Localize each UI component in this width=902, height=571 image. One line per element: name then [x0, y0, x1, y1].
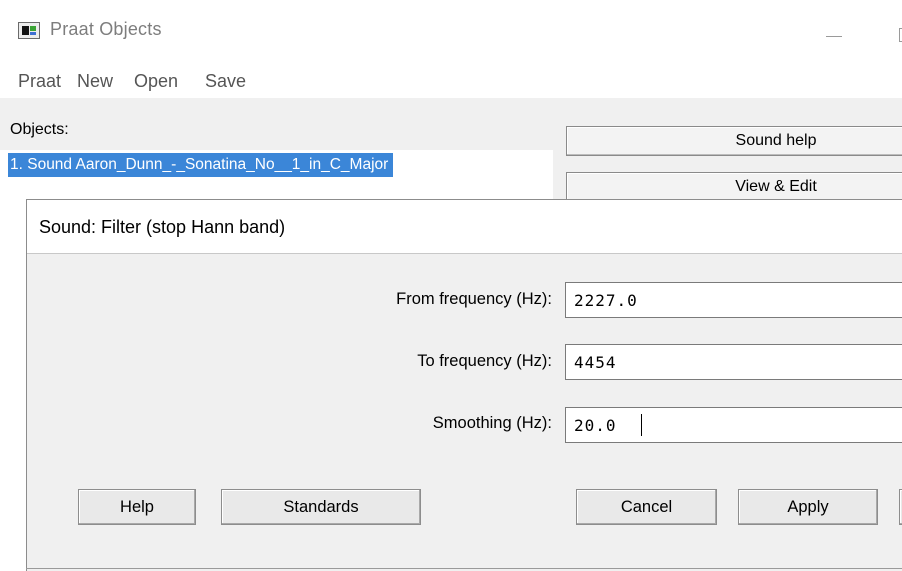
cancel-button[interactable]: Cancel [576, 489, 717, 525]
standards-button[interactable]: Standards [221, 489, 421, 525]
apply-button[interactable]: Apply [738, 489, 878, 525]
help-button[interactable]: Help [78, 489, 196, 525]
maximize-icon[interactable] [888, 14, 902, 50]
to-frequency-label: To frequency (Hz): [417, 352, 552, 370]
menu-save[interactable]: Save [205, 71, 246, 92]
to-frequency-input[interactable] [565, 344, 902, 380]
minimize-icon[interactable] [816, 14, 856, 50]
objects-label: Objects: [10, 121, 69, 138]
praat-app-icon [18, 22, 40, 39]
from-frequency-input[interactable] [565, 282, 902, 318]
menubar: Praat New Open Save [0, 62, 902, 98]
menu-open[interactable]: Open [134, 71, 178, 92]
view-edit-button[interactable]: View & Edit [566, 172, 902, 202]
list-item[interactable]: 1. Sound Aaron_Dunn_-_Sonatina_No__1_in_… [8, 153, 394, 177]
smoothing-label: Smoothing (Hz): [432, 414, 552, 432]
menu-new[interactable]: New [77, 71, 113, 92]
dialog-title: Sound: Filter (stop Hann band) [39, 217, 286, 237]
dialog-titlebar[interactable]: Sound: Filter (stop Hann band) [27, 200, 902, 254]
window-title: Praat Objects [50, 19, 162, 39]
dialog-bottom-edge [26, 568, 902, 569]
sound-help-button[interactable]: Sound help [566, 126, 902, 156]
main-window-titlebar[interactable]: Praat Objects [0, 0, 902, 62]
menu-praat[interactable]: Praat [18, 71, 61, 92]
smoothing-input[interactable] [565, 407, 902, 443]
text-caret [641, 414, 642, 436]
from-frequency-label: From frequency (Hz): [396, 290, 552, 308]
